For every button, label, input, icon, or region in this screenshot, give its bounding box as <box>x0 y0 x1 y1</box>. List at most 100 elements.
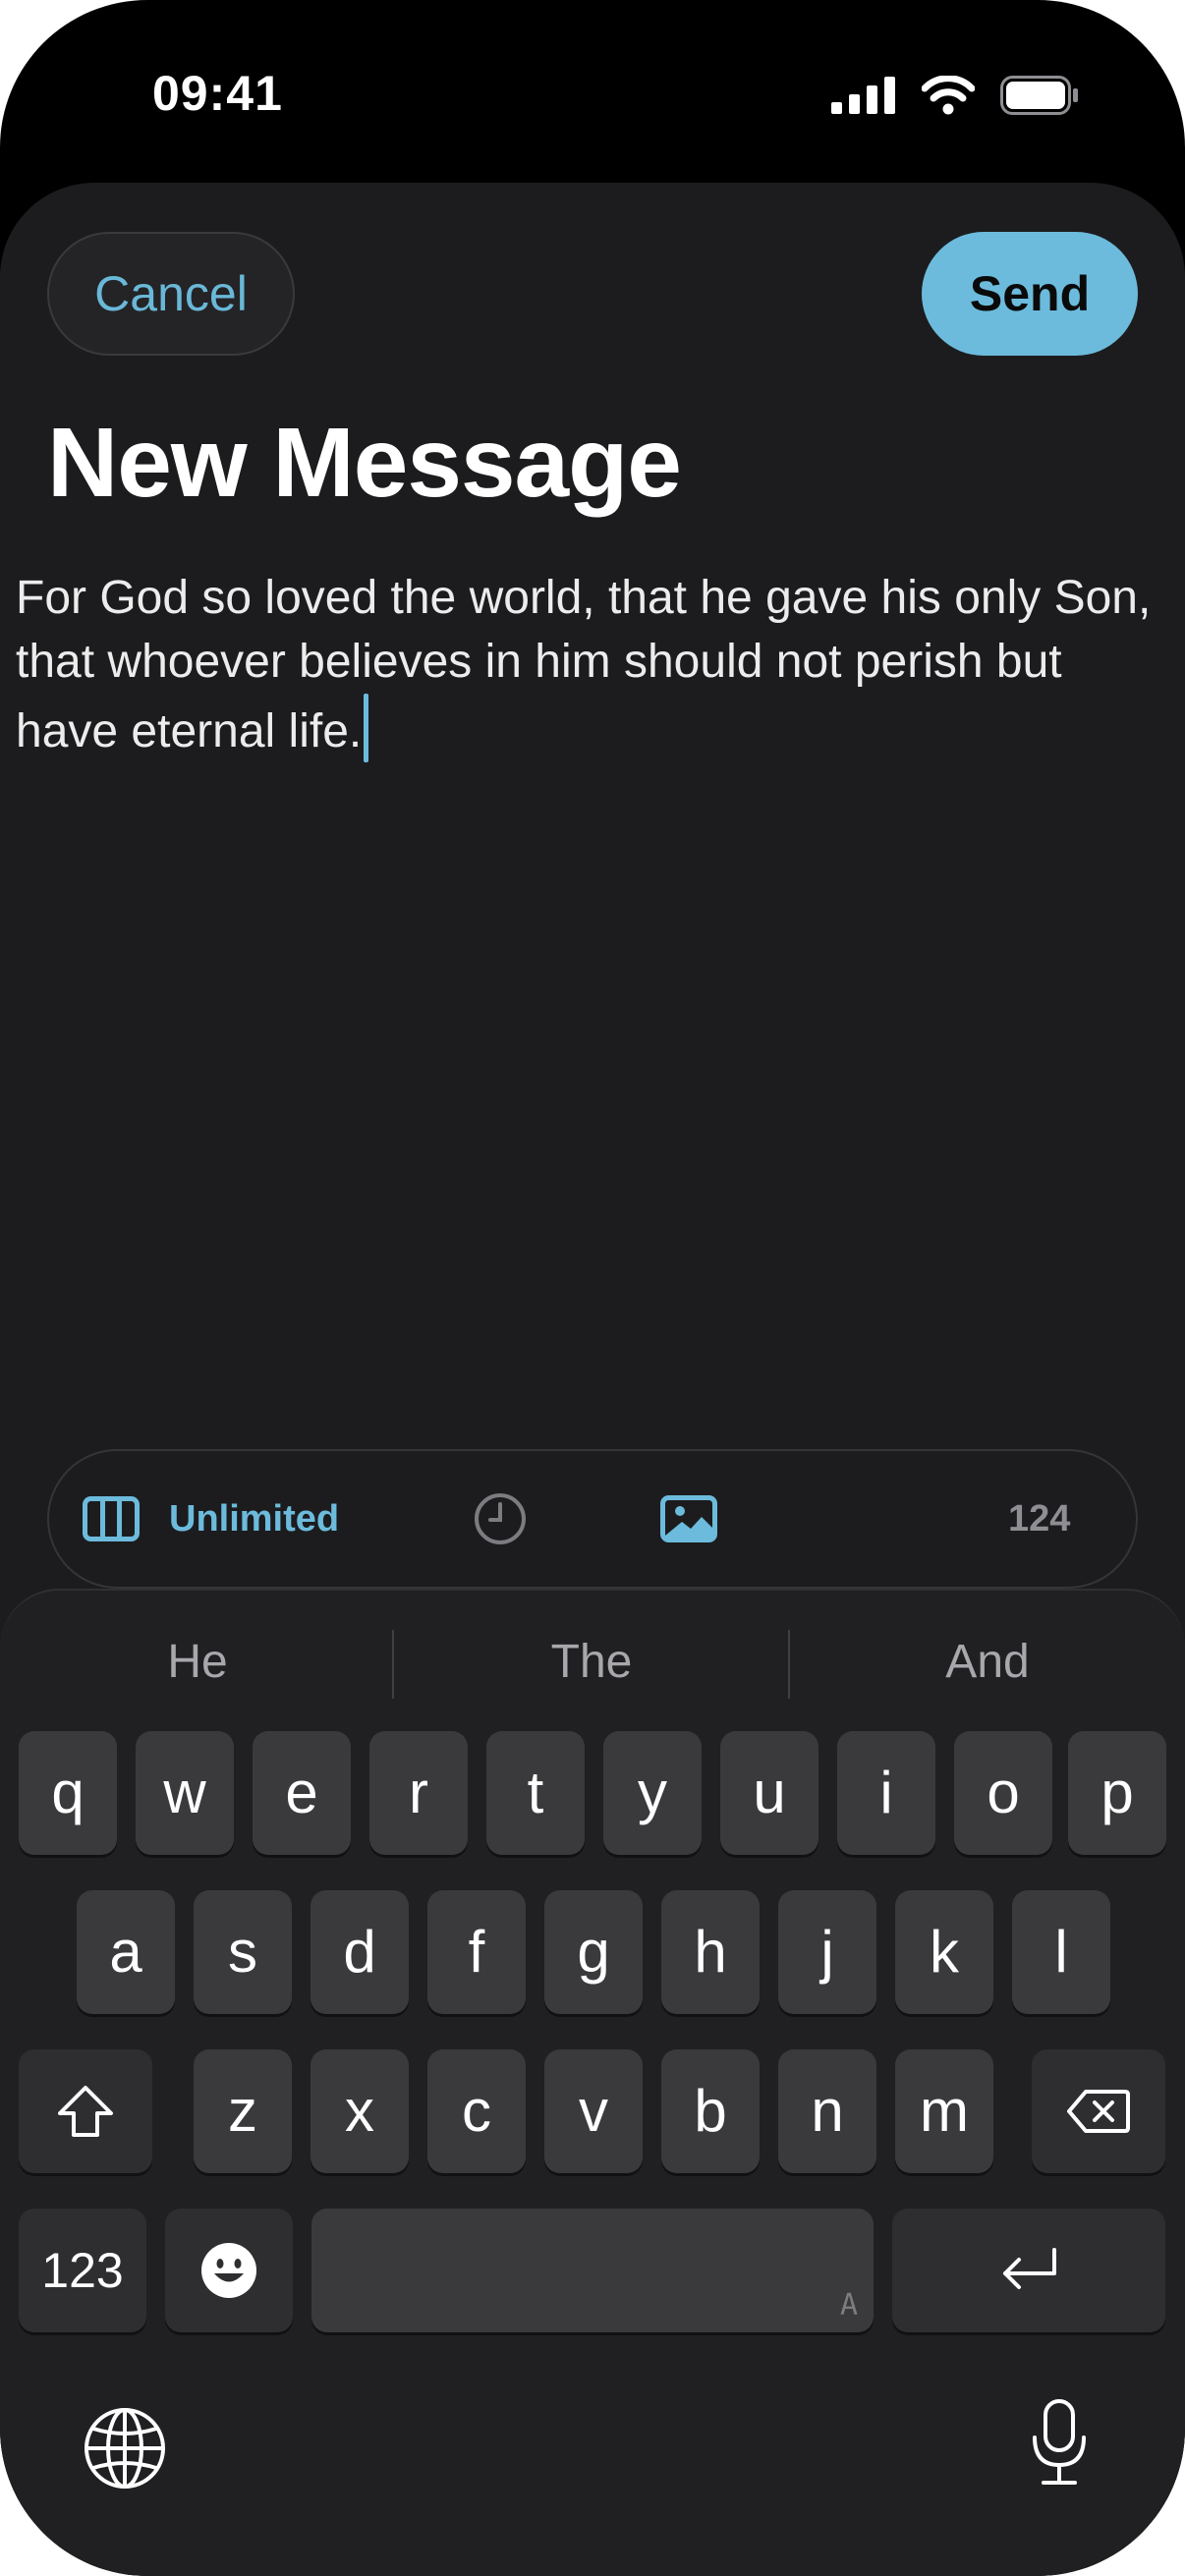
key-label: d <box>343 1919 376 1985</box>
cancel-button-label: Cancel <box>94 266 248 321</box>
key-y[interactable]: y <box>603 1731 702 1855</box>
key-label: g <box>577 1919 610 1985</box>
key-x[interactable]: x <box>310 2049 409 2173</box>
key-label: u <box>753 1760 786 1825</box>
page-title: New Message <box>47 408 682 518</box>
key-o[interactable]: o <box>954 1731 1052 1855</box>
key-label: a <box>109 1919 142 1985</box>
key-n[interactable]: n <box>778 2049 876 2173</box>
cancel-button[interactable]: Cancel <box>47 232 295 356</box>
key-label: s <box>228 1919 257 1985</box>
emoji-icon <box>201 2243 256 2298</box>
key-label: v <box>579 2078 608 2144</box>
space-bar-marker: A <box>839 2288 858 2323</box>
cellular-signal-icon <box>831 77 895 114</box>
key-label: n <box>811 2078 844 2144</box>
char-count-label: 124 <box>1008 1497 1071 1540</box>
key-label: e <box>285 1760 318 1825</box>
numbers-key[interactable]: 123 <box>19 2209 146 2332</box>
status-bar: 09:41 <box>0 0 1185 187</box>
columns-icon <box>83 1496 140 1541</box>
key-s[interactable]: s <box>194 1890 292 2014</box>
key-label: m <box>920 2078 969 2144</box>
suggestion-item[interactable]: The <box>395 1626 788 1699</box>
key-u[interactable]: u <box>720 1731 818 1855</box>
status-time: 09:41 <box>152 66 283 121</box>
send-button-label: Send <box>969 266 1091 321</box>
key-v[interactable]: v <box>544 2049 643 2173</box>
message-body-field[interactable]: For God so loved the world, that he gave… <box>16 566 1175 763</box>
key-label: z <box>228 2078 257 2144</box>
suggestion-divider <box>392 1630 394 1699</box>
message-body-text: For God so loved the world, that he gave… <box>16 572 1152 757</box>
key-t[interactable]: t <box>486 1731 585 1855</box>
key-label: c <box>462 2078 491 2144</box>
key-q[interactable]: q <box>19 1731 117 1855</box>
key-k[interactable]: k <box>895 1890 993 2014</box>
dictation-button[interactable] <box>1030 2398 1089 2487</box>
key-label: y <box>638 1760 667 1825</box>
text-caret <box>364 694 369 762</box>
key-label: p <box>1100 1760 1134 1825</box>
key-z[interactable]: z <box>194 2049 292 2173</box>
key-r[interactable]: r <box>369 1731 468 1855</box>
battery-icon <box>1000 76 1078 115</box>
wifi-icon <box>922 76 975 115</box>
suggestion-item[interactable]: And <box>791 1626 1184 1699</box>
key-label: h <box>694 1919 727 1985</box>
key-j[interactable]: j <box>778 1890 876 2014</box>
key-label: i <box>879 1760 893 1825</box>
key-label: o <box>987 1760 1020 1825</box>
key-g[interactable]: g <box>544 1890 643 2014</box>
key-p[interactable]: p <box>1068 1731 1166 1855</box>
image-icon <box>660 1495 717 1542</box>
status-icons <box>831 71 1079 120</box>
attach-image-button[interactable] <box>660 1451 717 1587</box>
key-f[interactable]: f <box>427 1890 526 2014</box>
key-label: f <box>468 1919 485 1985</box>
key-h[interactable]: h <box>661 1890 760 2014</box>
key-l[interactable]: l <box>1012 1890 1110 2014</box>
key-a[interactable]: a <box>77 1890 175 2014</box>
key-label: t <box>527 1760 544 1825</box>
clock-icon <box>475 1493 526 1544</box>
key-label: r <box>409 1760 428 1825</box>
schedule-button[interactable] <box>474 1451 527 1587</box>
return-icon <box>1003 2248 1056 2289</box>
keyboard: He The And q w e r t y u i o p a s d f g… <box>0 1589 1185 2576</box>
unlimited-toggle[interactable]: Unlimited <box>83 1451 339 1587</box>
suggestion-item[interactable]: He <box>1 1626 394 1699</box>
emoji-key[interactable] <box>165 2209 293 2332</box>
key-b[interactable]: b <box>661 2049 760 2173</box>
key-w[interactable]: w <box>136 1731 234 1855</box>
key-label: w <box>163 1760 206 1825</box>
globe-button[interactable] <box>83 2406 167 2491</box>
unlimited-label: Unlimited <box>169 1497 340 1540</box>
key-m[interactable]: m <box>895 2049 993 2173</box>
suggestion-bar: He The And <box>0 1626 1185 1699</box>
shift-icon <box>58 2086 113 2137</box>
return-key[interactable] <box>892 2209 1165 2332</box>
phone-screen: 09:41 Cancel Send New Message For God so… <box>0 0 1185 2576</box>
key-label: b <box>694 2078 727 2144</box>
key-label: k <box>930 1919 959 1985</box>
backspace-key[interactable] <box>1032 2049 1165 2173</box>
send-button[interactable]: Send <box>922 232 1138 356</box>
space-bar[interactable]: A <box>311 2209 874 2332</box>
shift-key[interactable] <box>19 2049 152 2173</box>
backspace-icon <box>1067 2090 1130 2133</box>
key-d[interactable]: d <box>310 1890 409 2014</box>
key-e[interactable]: e <box>253 1731 351 1855</box>
key-i[interactable]: i <box>837 1731 935 1855</box>
microphone-icon <box>1033 2399 1086 2485</box>
key-label: x <box>345 2078 374 2144</box>
key-label: q <box>51 1760 85 1825</box>
suggestion-divider <box>788 1630 790 1699</box>
key-c[interactable]: c <box>427 2049 526 2173</box>
numbers-key-label: 123 <box>41 2243 124 2298</box>
char-count: 124 <box>1008 1451 1070 1587</box>
compose-toolbar: Unlimited 124 <box>47 1449 1138 1589</box>
key-label: j <box>820 1919 834 1985</box>
compose-sheet: Cancel Send New Message For God so loved… <box>0 183 1185 2576</box>
globe-icon <box>85 2408 165 2489</box>
